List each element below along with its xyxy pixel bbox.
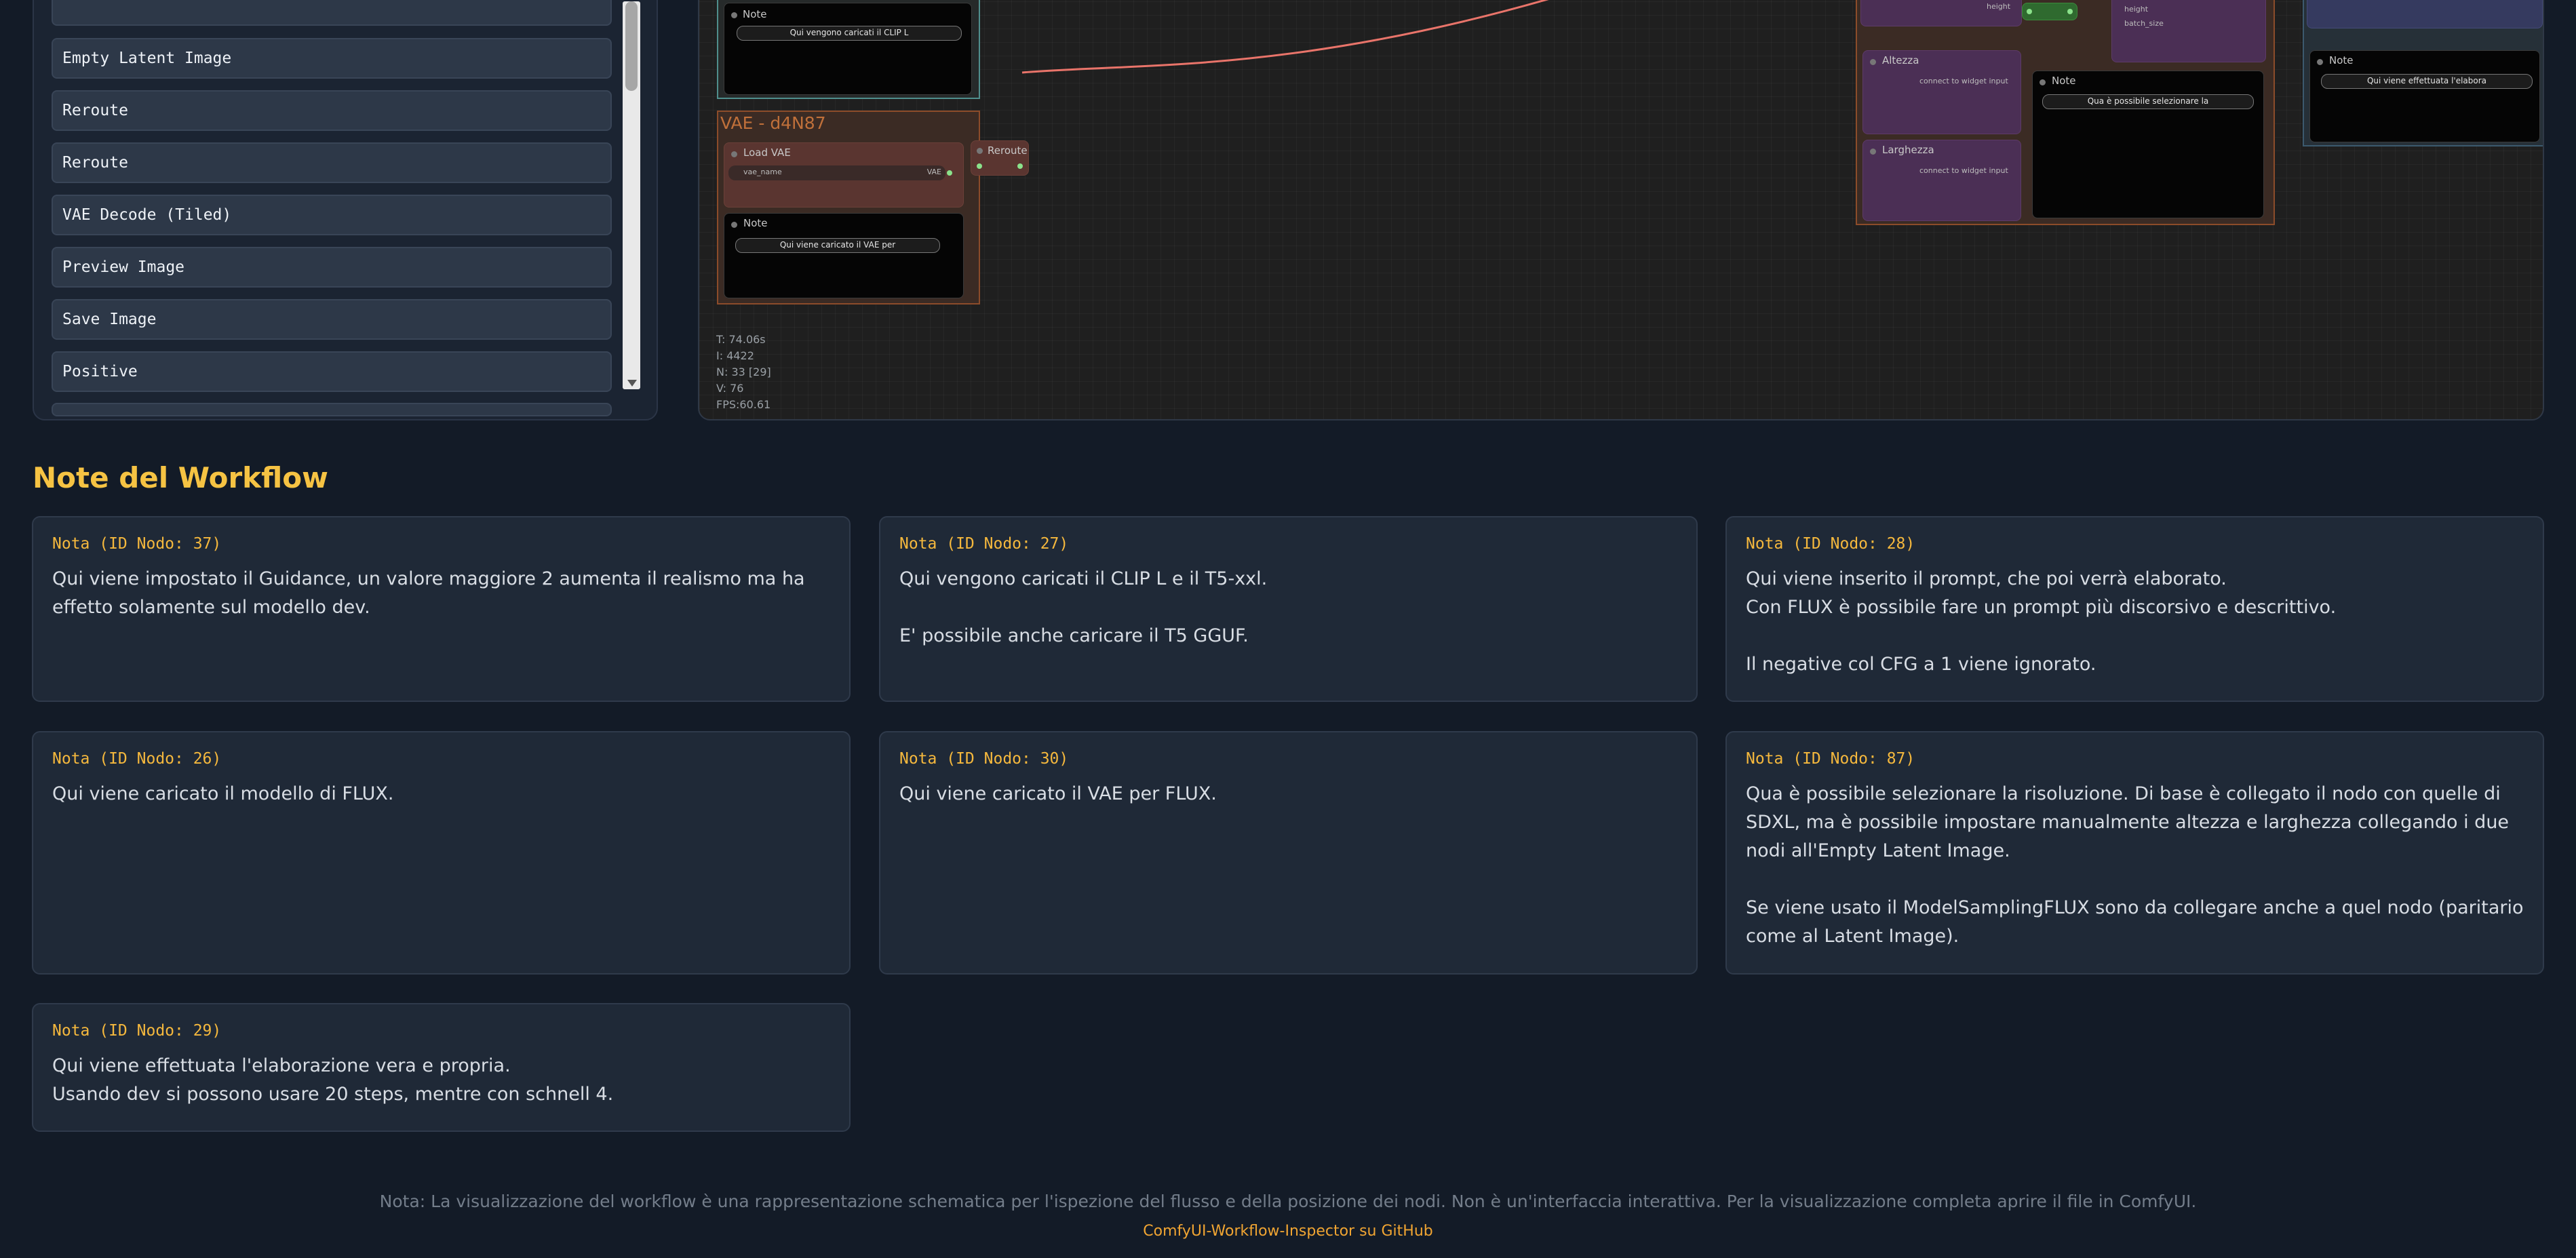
note-node[interactable]: Note Qui viene caricato il VAE per — [724, 213, 964, 298]
note-text: Qui viene impostato il Guidance, un valo… — [52, 568, 805, 618]
collapse-dot-icon[interactable] — [1870, 59, 1876, 65]
collapse-dot-icon[interactable] — [731, 151, 737, 157]
footer-disclaimer: Nota: La visualizzazione del workflow è … — [379, 1192, 2197, 1211]
node-list-item[interactable]: Empty Latent Image — [52, 38, 612, 79]
note-text: Qui viene inserito il prompt, che poi ve… — [1746, 568, 2337, 675]
note-card: Nota (ID Nodo: 37) Qui viene impostato i… — [32, 516, 851, 702]
input-slot[interactable] — [977, 163, 982, 169]
group-title: VAE - d4N87 — [720, 113, 826, 133]
widget-label: connect to widget input — [1919, 166, 2008, 175]
primitive-node[interactable] — [2022, 3, 2077, 20]
canvas-stats: T: 74.06s I: 4422 N: 33 [29] V: 76 FPS:6… — [716, 332, 771, 413]
note-id: Nota (ID Nodo: 87) — [1746, 750, 1915, 768]
note-text: Qui viene caricato il modello di FLUX. — [52, 783, 394, 804]
stat-fps: FPS:60.61 — [716, 398, 771, 411]
notes-heading: Note del Workflow — [33, 461, 328, 494]
output-slot[interactable] — [1017, 163, 1023, 169]
note-card: Nota (ID Nodo: 28) Qui viene inserito il… — [1725, 516, 2544, 702]
note-text: Qui vengono caricati il CLIP L e il T5-x… — [899, 568, 1268, 646]
workflow-canvas[interactable]: Note Qui vengono caricati il CLIP L VAE … — [698, 0, 2544, 420]
node-title: Reroute — [988, 144, 1028, 157]
output-label: VAE — [926, 168, 941, 176]
stat-nodes: N: 33 [29] — [716, 366, 771, 378]
node-title: Note — [743, 217, 768, 229]
note-card: Nota (ID Nodo: 87) Qua è possibile selez… — [1725, 731, 2544, 975]
node-list-item[interactable]: Reroute — [52, 90, 612, 131]
note-node[interactable]: Note Qui viene effettuata l'elabora — [2309, 50, 2540, 142]
note-id: Nota (ID Nodo: 29) — [52, 1022, 222, 1040]
scrollbar[interactable] — [623, 1, 640, 389]
node-title: Note — [2329, 54, 2354, 66]
node-list-item[interactable]: Positive — [52, 351, 612, 392]
vae-output-slot[interactable] — [947, 170, 952, 176]
input-slot[interactable] — [2027, 9, 2032, 14]
altezza-node[interactable]: Altezza connect to widget input — [1862, 50, 2021, 134]
sampler-node[interactable] — [2307, 0, 2543, 28]
note-card: Nota (ID Nodo: 30) Qui viene caricato il… — [879, 731, 1698, 975]
larghezza-node[interactable]: Larghezza connect to widget input — [1862, 140, 2021, 221]
load-vae-node[interactable]: Load VAE vae_name VAE — [724, 142, 964, 208]
stat-iterations: I: 4422 — [716, 349, 754, 362]
node-title: Note — [2052, 75, 2076, 87]
collapse-dot-icon[interactable] — [977, 148, 983, 154]
note-card: Nota (ID Nodo: 29) Qui viene effettuata … — [32, 1003, 851, 1132]
collapse-dot-icon[interactable] — [1870, 149, 1876, 155]
note-preview[interactable]: Qua è possibile selezionare la — [2042, 94, 2254, 109]
note-id: Nota (ID Nodo: 26) — [52, 750, 222, 768]
note-text: Qua è possibile selezionare la risoluzio… — [1746, 783, 2524, 947]
note-id: Nota (ID Nodo: 30) — [899, 750, 1069, 768]
slot-label: height — [1987, 2, 2011, 11]
node-title: Larghezza — [1882, 144, 1934, 156]
note-text: Qui viene caricato il VAE per FLUX. — [899, 783, 1217, 804]
node-list-item[interactable]: Save Image — [52, 299, 612, 340]
note-preview[interactable]: Qui viene effettuata l'elabora — [2321, 74, 2533, 89]
node-list-panel: Empty Latent Image Reroute Reroute VAE D… — [33, 0, 658, 420]
scroll-down-arrow-icon[interactable] — [627, 380, 637, 387]
note-text: Qui viene effettuata l'elaborazione vera… — [52, 1055, 614, 1105]
node-title: Load VAE — [743, 146, 791, 159]
note-node[interactable]: Note Qui vengono caricati il CLIP L — [724, 3, 972, 95]
latent-node[interactable]: height — [1860, 0, 2022, 26]
widget-label: vae_name — [743, 168, 782, 176]
vae-link — [1021, 0, 1549, 74]
widget-label: connect to widget input — [1919, 77, 2008, 85]
note-node[interactable]: Note Qua è possibile selezionare la — [2032, 71, 2264, 218]
github-link[interactable]: ComfyUI-Workflow-Inspector su GitHub — [0, 1223, 2576, 1240]
note-preview[interactable]: Qui vengono caricati il CLIP L — [737, 26, 962, 41]
note-card: Nota (ID Nodo: 26) Qui viene caricato il… — [32, 731, 851, 975]
slot-label: batch_size — [2124, 19, 2164, 28]
node-list-item[interactable] — [52, 403, 612, 416]
node-list-item[interactable] — [52, 0, 612, 26]
vae-name-widget[interactable]: vae_name VAE — [728, 165, 945, 180]
scroll-thumb[interactable] — [625, 1, 638, 91]
collapse-dot-icon[interactable] — [731, 12, 737, 18]
node-list-item[interactable]: VAE Decode (Tiled) — [52, 195, 612, 235]
collapse-dot-icon[interactable] — [2040, 79, 2046, 85]
node-list-item[interactable]: Preview Image — [52, 247, 612, 288]
node-title: Altezza — [1882, 54, 1919, 66]
note-card: Nota (ID Nodo: 27) Qui vengono caricati … — [879, 516, 1698, 702]
output-slot[interactable] — [2067, 9, 2073, 14]
note-preview[interactable]: Qui viene caricato il VAE per — [735, 238, 940, 253]
collapse-dot-icon[interactable] — [2317, 59, 2323, 65]
node-list-item[interactable]: Reroute — [52, 142, 612, 183]
slot-label: height — [2124, 5, 2149, 14]
note-id: Nota (ID Nodo: 37) — [52, 535, 222, 553]
stat-visible: V: 76 — [716, 382, 744, 395]
reroute-node[interactable]: Reroute — [971, 140, 1029, 176]
note-id: Nota (ID Nodo: 27) — [899, 535, 1069, 553]
collapse-dot-icon[interactable] — [731, 222, 737, 228]
empty-latent-node[interactable]: height batch_size — [2111, 0, 2266, 62]
node-title: Note — [743, 8, 767, 20]
note-id: Nota (ID Nodo: 28) — [1746, 535, 1915, 553]
stat-time: T: 74.06s — [716, 333, 766, 346]
